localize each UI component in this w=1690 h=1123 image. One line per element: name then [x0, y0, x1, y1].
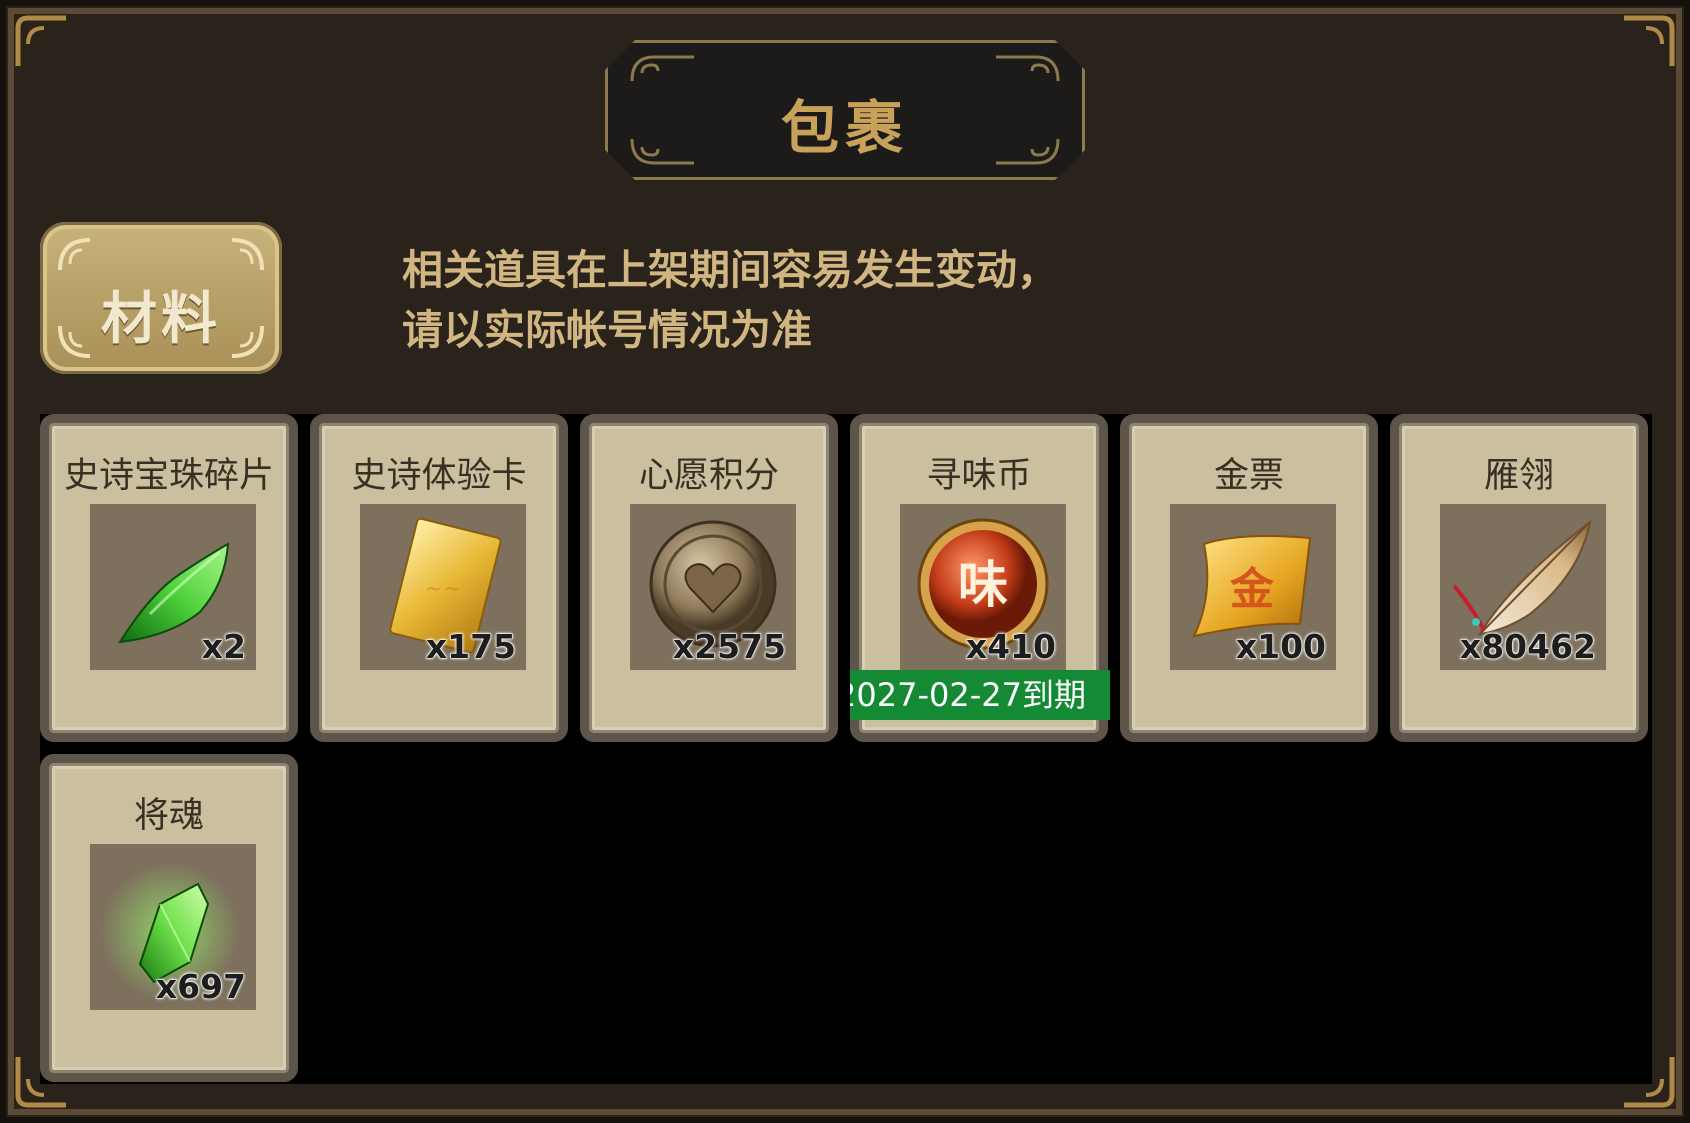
gold-card-icon: ~~ x175 [360, 504, 526, 670]
item-name: 史诗宝珠碎片 [63, 456, 274, 496]
heart-coin-icon: x2575 [630, 504, 796, 670]
item-name: 心愿积分 [638, 456, 779, 496]
item-name: 寻味币 [926, 456, 1032, 496]
tab-label: 材料 [101, 287, 221, 352]
item-name: 金票 [1213, 456, 1284, 496]
wei-coin-icon: 味 x410 [900, 504, 1066, 670]
item-card[interactable]: 史诗宝珠碎片 x2 [40, 414, 298, 742]
notice-line: 请以实际帐号情况为准 [402, 306, 812, 354]
item-quantity: x2 [201, 627, 246, 667]
svg-text:味: 味 [958, 555, 1008, 614]
expiry-badge: 2027-02-27到期 [850, 670, 1110, 720]
item-name: 史诗体验卡 [351, 456, 527, 496]
swirl-ornament-icon [992, 51, 1062, 85]
green-crystal-icon: x697 [90, 844, 256, 1010]
corner-ornament-icon [14, 14, 70, 70]
corner-ornament-icon [1620, 14, 1676, 70]
item-quantity: x80462 [1459, 627, 1596, 667]
svg-text:~~: ~~ [425, 577, 462, 602]
item-quantity: x410 [965, 627, 1056, 667]
item-card[interactable]: 金票 金 x100 [1120, 414, 1378, 742]
notice-line: 相关道具在上架期间容易发生变动， [402, 246, 1058, 294]
swirl-ornament-icon [56, 234, 96, 274]
item-card[interactable]: 史诗体验卡 ~~ x175 [310, 414, 568, 742]
window-title: 包裹 [780, 94, 909, 162]
tab-materials[interactable]: 材料 [40, 222, 282, 374]
item-card[interactable]: 雁翎 x80462 [1390, 414, 1648, 742]
item-name: 将魂 [133, 796, 204, 836]
item-card[interactable]: 心愿积分 x2575 [580, 414, 838, 742]
item-name: 雁翎 [1483, 456, 1554, 496]
notice-text: 相关道具在上架期间容易发生变动， 请以实际帐号情况为准 [402, 240, 1058, 360]
item-quantity: x2575 [672, 627, 786, 667]
title-plate: 包裹 [605, 40, 1085, 180]
swirl-ornament-icon [628, 51, 698, 85]
svg-text:金: 金 [1229, 564, 1275, 615]
feather-icon: x80462 [1440, 504, 1606, 670]
swirl-ornament-icon [226, 234, 266, 274]
item-quantity: x100 [1235, 627, 1326, 667]
green-gem-shard-icon: x2 [90, 504, 256, 670]
gold-scroll-icon: 金 x100 [1170, 504, 1336, 670]
item-quantity: x175 [425, 627, 516, 667]
item-quantity: x697 [155, 967, 246, 1007]
item-card[interactable]: 将魂 x697 [40, 754, 298, 1082]
